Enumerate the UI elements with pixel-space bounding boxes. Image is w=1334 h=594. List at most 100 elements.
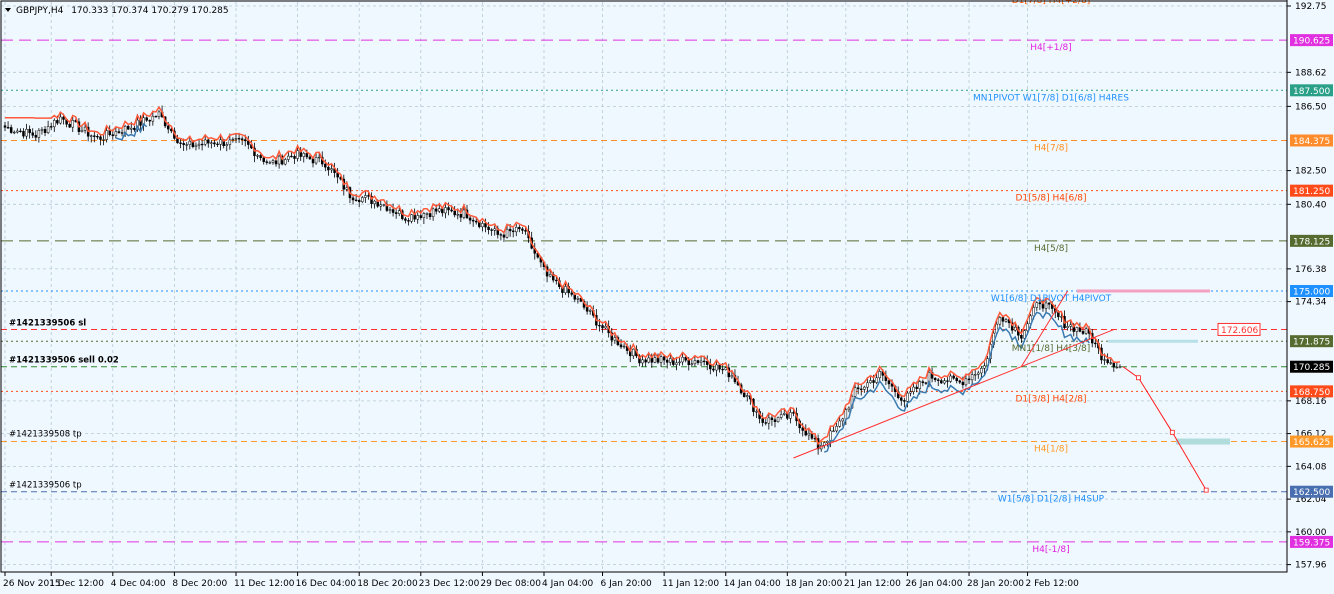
candle-body [68, 123, 71, 128]
candle-body [43, 129, 47, 133]
candle-body [182, 143, 185, 146]
candle-body [832, 430, 835, 432]
candle-body [361, 197, 364, 202]
y-tick-label: 176.38 [1295, 265, 1327, 275]
price-tag-label: 170.285 [1293, 363, 1330, 373]
candle-body [681, 356, 684, 363]
candle-body [151, 115, 155, 122]
candle-body [505, 228, 509, 238]
level-label: H4[5/8] [1034, 244, 1068, 254]
candle-body [502, 234, 506, 238]
candle-body [102, 139, 105, 141]
candle-body [721, 368, 724, 371]
price-tag-label: 187.500 [1293, 87, 1330, 97]
candle-body [188, 140, 192, 145]
candle-body [271, 160, 275, 163]
candle-body [130, 127, 133, 130]
candle-body [459, 214, 463, 218]
y-tick-label: 157.96 [1295, 561, 1327, 571]
candle-body [548, 274, 552, 277]
candle-body [1103, 359, 1106, 361]
candle-body [388, 209, 392, 211]
candle-body [259, 155, 262, 158]
candle-body [1032, 307, 1035, 317]
candle-body [422, 213, 426, 218]
candle-body [19, 130, 22, 133]
candle-body [946, 380, 949, 382]
candle-body [779, 414, 783, 418]
candle-body [314, 157, 318, 164]
candle-body [859, 388, 863, 390]
candle-body [983, 365, 986, 369]
price-chart[interactable]: D1[7/8] H4[+2/8]H4[+1/8]MN1PIVOT W1[7/8]… [0, 0, 1334, 594]
candle-body [653, 357, 657, 363]
x-tick-label: 6 Jan 20:00 [601, 579, 653, 589]
x-tick-label: 21 Jan 12:00 [844, 579, 901, 589]
price-tag-label: 175.000 [1293, 288, 1330, 298]
candle-body [200, 143, 204, 146]
candle-body [354, 199, 358, 201]
candle-body [481, 223, 484, 228]
candle-body [46, 126, 50, 133]
candle-body [404, 218, 407, 221]
candle-body [792, 412, 795, 414]
candle-body [940, 380, 943, 384]
candle-body [274, 160, 278, 165]
candle-body [875, 377, 878, 383]
chart-background [0, 0, 1334, 594]
candle-body [49, 126, 53, 128]
candle-body [293, 156, 296, 159]
tp-zone [1176, 438, 1230, 445]
candle-body [80, 130, 84, 132]
y-tick-label: 174.34 [1295, 298, 1327, 308]
candle-body [863, 386, 866, 390]
candle-body [287, 155, 290, 160]
candle-body [22, 130, 25, 137]
candle-body [918, 381, 922, 389]
candle-body [213, 142, 216, 145]
candle-body [243, 139, 247, 142]
candle-body [776, 417, 780, 422]
candle-body [807, 432, 811, 436]
ohlc-values: 170.333 170.374 170.279 170.285 [71, 6, 228, 16]
candle-body [841, 418, 845, 422]
candle-body [955, 377, 958, 382]
candle-body [970, 374, 974, 381]
candle-body [53, 120, 56, 128]
candle-body [952, 375, 955, 379]
candle-body [675, 362, 678, 365]
price-tag-label: 159.375 [1293, 538, 1330, 548]
candle-body [555, 279, 558, 282]
y-tick-label: 168.16 [1295, 397, 1327, 407]
candle-body [148, 120, 152, 122]
candle-body [515, 227, 518, 233]
candle-body [669, 358, 672, 363]
candle-body [117, 131, 121, 133]
candle-body [31, 132, 34, 136]
candle-body [576, 297, 580, 300]
candle-body [782, 413, 786, 415]
price-tag-label: 162.500 [1293, 488, 1330, 498]
candle-body [801, 427, 804, 431]
candle-body [490, 229, 493, 231]
candle-body [56, 120, 59, 124]
candle-body [157, 111, 161, 117]
candle-body [154, 115, 158, 118]
x-tick-label: 29 Dec 08:00 [480, 579, 541, 589]
candle-body [662, 356, 666, 361]
candle-body [302, 153, 306, 157]
candle-body [1081, 331, 1085, 334]
candle-body [450, 209, 453, 212]
candle-body [511, 230, 515, 233]
candle-body [262, 157, 265, 162]
candle-body [773, 419, 777, 422]
candle-body [133, 127, 136, 130]
candle-body [1094, 342, 1097, 345]
candle-body [6, 127, 10, 129]
candle-body [62, 116, 65, 120]
candle-body [34, 135, 38, 138]
candle-body [712, 368, 715, 371]
candle-body [696, 360, 700, 363]
candle-body [419, 215, 423, 218]
candle-body [1075, 327, 1079, 332]
